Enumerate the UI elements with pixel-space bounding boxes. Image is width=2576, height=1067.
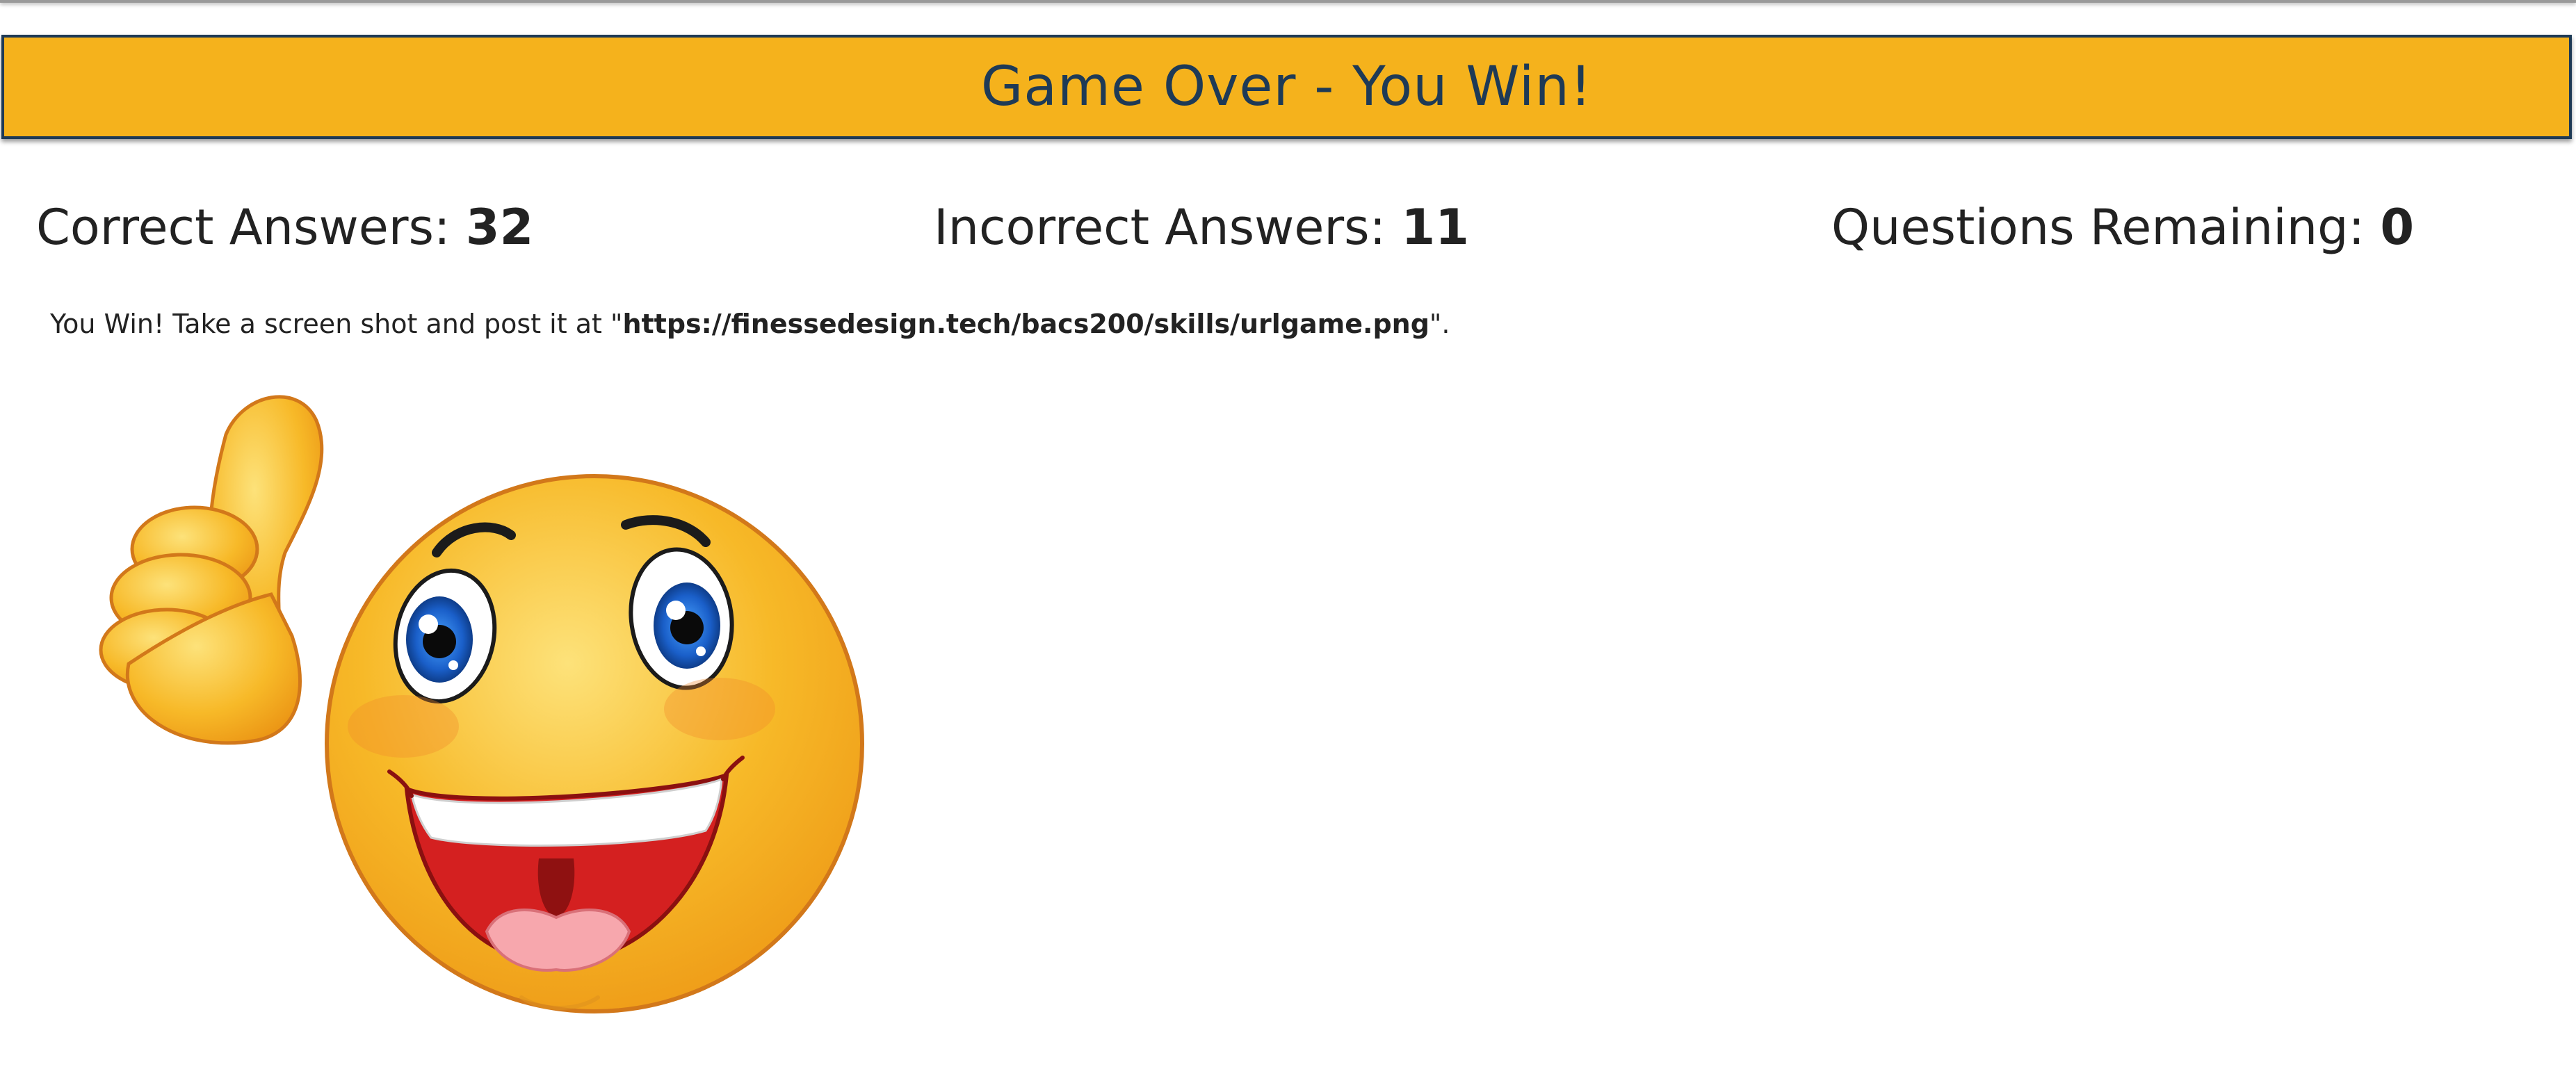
page-title: Game Over - You Win! [980, 56, 1593, 118]
incorrect-answers-value: 11 [1401, 199, 1469, 256]
questions-remaining-value: 0 [2380, 199, 2415, 256]
game-over-banner: Game Over - You Win! [1, 35, 2572, 139]
win-message-suffix: ". [1429, 309, 1450, 339]
win-message-prefix: You Win! Take a screen shot and post it … [50, 309, 623, 339]
correct-answers-stat: Correct Answers: 32 [36, 196, 533, 259]
screenshot-url: https://finessedesign.tech/bacs200/skill… [622, 309, 1429, 339]
win-message: You Win! Take a screen shot and post it … [50, 306, 1450, 342]
correct-answers-label: Correct Answers: [36, 199, 451, 256]
questions-remaining-label: Questions Remaining: [1831, 199, 2365, 256]
top-divider [0, 0, 2576, 3]
thumbs-up-smiley-icon [76, 386, 876, 1025]
incorrect-answers-label: Incorrect Answers: [934, 199, 1386, 256]
questions-remaining-stat: Questions Remaining: 0 [1831, 196, 2414, 259]
correct-answers-value: 32 [465, 199, 534, 256]
incorrect-answers-stat: Incorrect Answers: 11 [934, 196, 1469, 259]
